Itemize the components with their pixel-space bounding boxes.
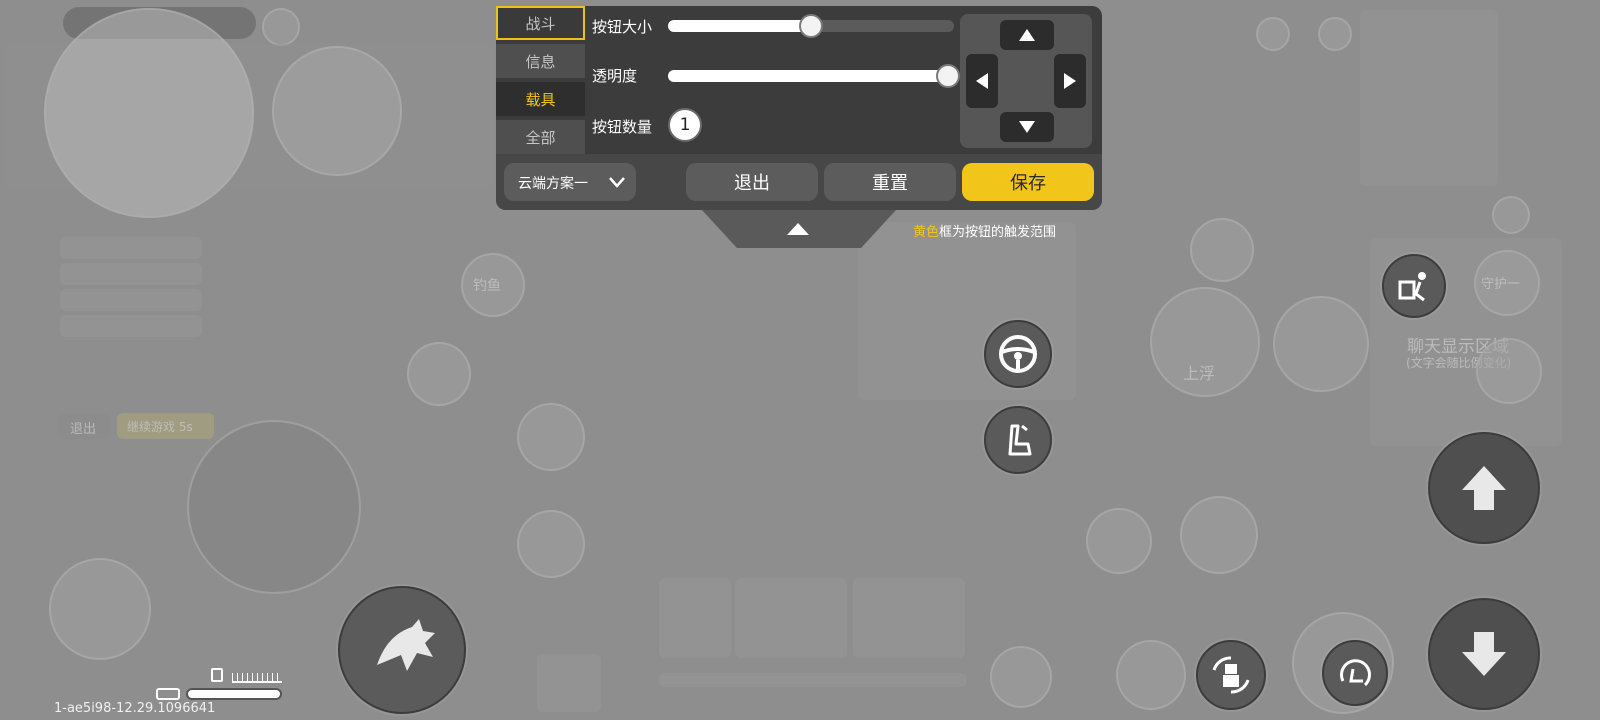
save-button[interactable]: 保存: [962, 163, 1094, 201]
exit-button[interactable]: 退出: [686, 163, 818, 201]
tab-info[interactable]: 信息: [496, 44, 585, 78]
dpad-down-button[interactable]: [1000, 112, 1054, 142]
hint-text: 框为按钮的触发范围: [939, 225, 1057, 240]
vehicle-icon: [156, 688, 180, 700]
dpad: [960, 14, 1092, 148]
crosshair-button-right: [1180, 496, 1258, 574]
location-pin-button: [1190, 218, 1254, 282]
team-row-3: [60, 289, 202, 311]
guard-ghost-label: 守护一: [1481, 277, 1521, 292]
exit-seat-icon: [1340, 659, 1371, 687]
triangle-left-icon: [976, 73, 988, 89]
tab-combat[interactable]: 战斗: [496, 6, 585, 40]
opacity-label: 透明度: [592, 67, 638, 85]
fuel-icon: [211, 668, 223, 682]
button-count-value[interactable]: 1: [668, 108, 702, 142]
crosshair-button-left: [517, 510, 585, 578]
dpad-up-button[interactable]: [1000, 20, 1054, 50]
dpad-right-button[interactable]: [1054, 54, 1086, 108]
dpad-left-button[interactable]: [966, 54, 998, 108]
button-size-fill: [668, 20, 811, 32]
hotbar-bar: [659, 673, 967, 687]
item-slot-secondary: [272, 46, 402, 176]
quit-ghost-label: 退出: [70, 422, 97, 437]
right-side-button: [1476, 338, 1542, 404]
medkit-slot: [537, 654, 601, 712]
swim-button: [1273, 296, 1369, 392]
joystick: [187, 420, 361, 594]
ascend-button[interactable]: [1428, 432, 1540, 544]
team-row-1: [60, 237, 202, 259]
team-row-2: [60, 263, 202, 285]
lungs-button: [517, 403, 585, 471]
chat-bubble-icon: [1492, 196, 1530, 234]
triangle-up-icon: [787, 223, 809, 235]
reset-button[interactable]: 重置: [824, 163, 956, 201]
float-up-ghost-label: 上浮: [1183, 364, 1216, 383]
hint-highlight: 黄色: [913, 225, 940, 240]
hijack-button[interactable]: [1382, 254, 1446, 318]
steering-wheel-button[interactable]: [984, 320, 1052, 388]
scheme-select[interactable]: 云端方案一: [504, 163, 636, 201]
backpack-button: [49, 558, 151, 660]
small-round-button: [407, 342, 471, 406]
camera-icon: [1256, 17, 1290, 51]
hijack-icon: [1398, 272, 1426, 302]
tab-all[interactable]: 全部: [496, 120, 585, 154]
arrow-down-icon: [1462, 632, 1506, 676]
steering-wheel-icon: [999, 335, 1037, 373]
triangle-right-icon: [1064, 73, 1076, 89]
grenade-button: [1086, 508, 1152, 574]
opacity-slider[interactable]: [668, 70, 954, 82]
arrow-up-icon: [1462, 466, 1506, 510]
grenade-slot: [990, 646, 1052, 708]
layout-settings-panel: 战斗 信息 载具 全部 按钮大小 透明度 按钮数量 1 云端方案一 退出 重置 …: [496, 6, 1102, 210]
hotbar-slot-3: [853, 578, 965, 658]
seat-button[interactable]: [984, 406, 1052, 474]
continue-ghost-label: 继续游戏 5s: [127, 420, 193, 434]
exit-seat-button[interactable]: [1322, 640, 1388, 706]
fishing-ghost-label: 钓鱼: [473, 278, 501, 294]
seat-icon: [1008, 424, 1032, 456]
trigger-range-hint: 黄色框为按钮的触发范围: [913, 221, 1056, 240]
fuel-gauge-ticks: [232, 673, 282, 683]
button-size-knob[interactable]: [799, 14, 823, 38]
avatar: [262, 8, 300, 46]
gun-button: [1116, 640, 1186, 710]
button-size-label: 按钮大小: [592, 18, 653, 36]
chevron-down-icon: [609, 177, 625, 188]
tab-vehicle[interactable]: 载具: [496, 82, 585, 116]
scheme-select-value: 云端方案一: [518, 176, 588, 192]
hotbar-slot-1: [659, 578, 731, 658]
build-id: 1-ae5i98-12.29.1096641: [54, 701, 216, 716]
opacity-knob[interactable]: [936, 64, 960, 88]
transform-button[interactable]: [1196, 640, 1266, 710]
team-row-4: [60, 315, 202, 337]
hotbar-slot-2: [735, 578, 847, 658]
button-count-label: 按钮数量: [592, 118, 653, 136]
gear-icon: [1318, 17, 1352, 51]
top-right-panel: [1360, 10, 1498, 186]
robot-rotate-icon: [1212, 656, 1250, 694]
triangle-down-icon: [1019, 121, 1035, 133]
boost-icon: [377, 619, 435, 671]
minimap: [44, 8, 254, 218]
descend-button[interactable]: [1428, 598, 1540, 710]
triangle-up-icon: [1019, 29, 1035, 41]
boost-button[interactable]: [338, 586, 466, 714]
vehicle-hp-bar: [186, 688, 282, 700]
opacity-fill: [668, 70, 948, 82]
